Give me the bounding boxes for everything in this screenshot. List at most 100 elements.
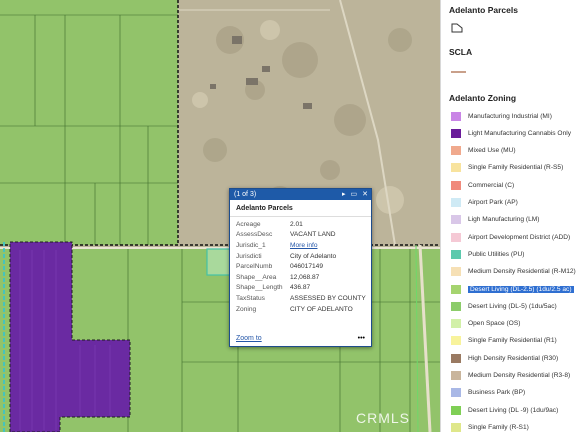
- legend-item-label: Manufacturing Industrial (MI): [468, 112, 552, 120]
- legend-swatch-icon: [451, 422, 461, 432]
- legend-swatch-icon: [451, 301, 461, 311]
- legend-item-label: Single Family (R-S1): [468, 423, 529, 431]
- legend-item: Single Family Residential (R-S5): [451, 161, 563, 175]
- feature-popup: (1 of 3) ▸ ▭ ✕ Adelanto Parcels Acreage 2…: [229, 188, 372, 347]
- legend-item-label: Commercial (C): [468, 181, 515, 189]
- legend-swatch-icon: [451, 249, 461, 259]
- more-options-icon[interactable]: •••: [358, 335, 365, 342]
- attribute-value: 046017149: [290, 263, 324, 271]
- legend-item: Ligh Manufacturing (LM): [451, 213, 539, 227]
- attribute-key: ParcelNumb: [236, 263, 273, 271]
- attribute-row: ParcelNumb 046017149: [236, 261, 366, 272]
- legend-item: Desert Living (DL -9) (1du/9ac): [451, 403, 558, 417]
- legend-item-label: Airport Development District (ADD): [468, 233, 571, 241]
- legend-item: Business Park (BP): [451, 386, 525, 400]
- legend-parcels-title: Adelanto Parcels: [449, 5, 518, 15]
- legend-swatch-icon: [451, 267, 461, 277]
- dock-icon[interactable]: ▭: [351, 190, 358, 199]
- legend-item-label: Ligh Manufacturing (LM): [468, 216, 540, 224]
- legend-item-label: Mixed Use (MU): [468, 147, 516, 155]
- legend-item: Desert Living (DL-2.5) (1du/2.5 ac): [451, 282, 574, 296]
- legend-item: Airport Development District (ADD): [451, 230, 570, 244]
- legend-item: Single Family (R-S1): [451, 420, 529, 432]
- attribute-key: Zoning: [236, 305, 257, 313]
- legend-swatch-icon: [451, 215, 461, 225]
- legend-swatch-icon: [451, 180, 461, 190]
- popup-counter: (1 of 3): [234, 191, 257, 198]
- legend-swatch-icon: [451, 163, 461, 173]
- popup-header: (1 of 3) ▸ ▭ ✕: [230, 189, 371, 200]
- attribute-table: Acreage 2.01 AssessDesc VACANT LAND Jurisd…: [236, 219, 366, 314]
- legend-item-label: Light Manufacturing Cannabis Only: [468, 129, 571, 137]
- legend-panel: Adelanto Parcels SCLA Adelanto Zoning Ma…: [440, 0, 576, 432]
- more-info-link[interactable]: More info: [290, 240, 366, 251]
- legend-item: Medium Density Residential (R-M12): [451, 265, 576, 279]
- legend-item-label: Medium Density Residential (R3-8): [468, 372, 571, 379]
- attribute-row: Zoning CITY OF ADELANTO: [236, 304, 366, 315]
- legend-item-label: Open Space (OS): [468, 320, 521, 328]
- legend-scla-title: SCLA: [449, 47, 473, 57]
- attribute-value: 12,068.87: [290, 273, 320, 281]
- legend-item: Desert Living (DL-5) (1du/5ac): [451, 299, 557, 313]
- attribute-row: Jurisdicti City of Adelanto: [236, 251, 366, 262]
- legend-item-label: Single Family Residential (R1): [468, 337, 557, 345]
- legend-item-label: Desert Living (DL-5) (1du/5ac): [468, 302, 557, 310]
- legend-item: Public Utilities (PU): [451, 247, 524, 261]
- attribute-key: Jurisdic_1: [236, 241, 266, 249]
- legend-swatch-icon: [451, 284, 461, 294]
- legend-item-label: Desert Living (DL -9) (1du/9ac): [468, 406, 559, 414]
- legend-item: High Density Residential (R30): [451, 351, 558, 365]
- attribute-row: TaxStatus ASSESSED BY COUNTY: [236, 293, 366, 304]
- map-canvas: [0, 0, 440, 432]
- popup-title: Adelanto Parcels: [230, 200, 371, 217]
- legend-item: Commercial (C): [451, 178, 514, 192]
- attribute-row: AssessDesc VACANT LAND: [236, 230, 366, 241]
- attribute-row: Shape__Length 436.87: [236, 283, 366, 294]
- legend-swatch-icon: [451, 198, 461, 207]
- legend-item: Manufacturing Industrial (MI): [451, 109, 552, 123]
- attribute-value: 2.01: [290, 220, 303, 228]
- legend-item: Medium Density Residential (R3-8): [451, 369, 570, 383]
- legend-swatch-icon: [451, 128, 461, 138]
- attribute-value: ASSESSED BY COUNTY: [290, 294, 366, 302]
- legend-swatch-icon: [451, 232, 461, 242]
- legend-item-label: Business Park (BP): [468, 389, 526, 397]
- attribute-value: City of Adelanto: [290, 252, 337, 260]
- attribute-key: AssessDesc: [236, 231, 273, 239]
- legend-item-label: Desert Living (DL-2.5) (1du/2.5 ac): [468, 285, 574, 293]
- attribute-row: Jurisdic_1 More info: [236, 240, 366, 251]
- attribute-value: VACANT LAND: [290, 231, 336, 239]
- watermark: CRMLS: [356, 410, 411, 426]
- legend-item-label: High Density Residential (R30): [468, 354, 559, 362]
- attribute-row: Acreage 2.01: [236, 219, 366, 230]
- attribute-key: Shape__Area: [236, 273, 277, 281]
- attribute-key: TaxStatus: [236, 294, 265, 302]
- attribute-value: CITY OF ADELANTO: [290, 305, 353, 313]
- legend-item-label: Medium Density Residential (R-M12): [468, 268, 576, 276]
- legend-swatch-icon: [451, 388, 461, 398]
- legend-swatch-icon: [451, 336, 461, 346]
- legend-item: Single Family Residential (R1): [451, 334, 557, 348]
- attribute-key: Jurisdicti: [236, 252, 262, 260]
- attribute-key: Shape__Length: [236, 284, 283, 292]
- legend-swatch-icon: [451, 371, 461, 380]
- zoom-to-link[interactable]: Zoom to: [236, 335, 262, 342]
- legend-item: Airport Park (AP): [451, 196, 518, 210]
- legend-item: Mixed Use (MU): [451, 144, 516, 158]
- legend-swatch-icon: [451, 405, 461, 415]
- legend-swatch-icon: [451, 111, 461, 121]
- attribute-row: Shape__Area 12,068.87: [236, 272, 366, 283]
- close-icon[interactable]: ✕: [362, 190, 368, 199]
- next-feature-icon[interactable]: ▸: [342, 190, 346, 199]
- attribute-key: Acreage: [236, 220, 261, 228]
- parcel-outline-icon: [451, 23, 463, 33]
- legend-item-label: Airport Park (AP): [468, 199, 518, 206]
- map-view[interactable]: (1 of 3) ▸ ▭ ✕ Adelanto Parcels Acreage 2…: [0, 0, 440, 432]
- legend-item: Light Manufacturing Cannabis Only: [451, 126, 571, 140]
- scla-line-icon: [451, 71, 466, 73]
- legend-item-label: Single Family Residential (R-S5): [468, 164, 564, 172]
- legend-zoning-title: Adelanto Zoning: [449, 93, 517, 103]
- legend-item-label: Public Utilities (PU): [468, 250, 525, 258]
- legend-swatch-icon: [451, 319, 461, 329]
- legend-swatch-icon: [451, 146, 461, 156]
